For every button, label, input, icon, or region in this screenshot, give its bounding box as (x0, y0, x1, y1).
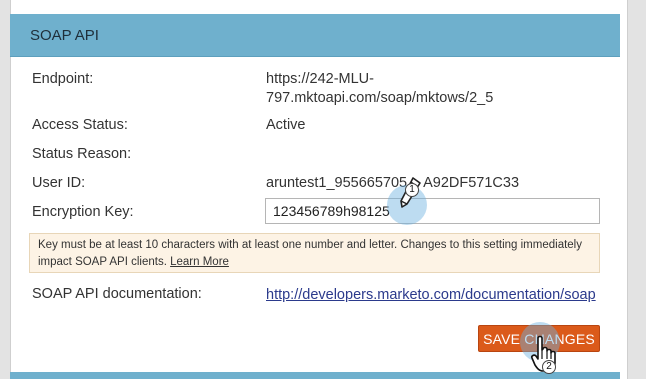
encryption-key-notice: Key must be at least 10 characters with … (29, 233, 600, 273)
documentation-link[interactable]: http://developers.marketo.com/documentat… (266, 286, 611, 305)
notice-text: Key must be at least 10 characters with … (38, 239, 582, 268)
endpoint-value: https://242-MLU-797.mktoapi.com/soap/mkt… (266, 71, 494, 106)
encryption-key-input[interactable] (265, 198, 600, 224)
panel-title: SOAP API (30, 27, 99, 44)
user-id-value-start: aruntest1_955665705 (266, 175, 408, 191)
access-status-value: Active (266, 117, 306, 133)
next-section-header (10, 372, 620, 379)
documentation-label: SOAP API documentation: (32, 286, 202, 302)
step1-badge: 1 (405, 183, 419, 197)
learn-more-link[interactable]: Learn More (170, 256, 229, 268)
step2-badge: 2 (542, 360, 556, 374)
endpoint-label: Endpoint: (32, 71, 94, 87)
user-id-value-end: A92DF571C33 (423, 175, 520, 191)
encryption-key-label: Encryption Key: (32, 204, 134, 220)
status-reason-label: Status Reason: (32, 146, 132, 162)
user-id-label: User ID: (32, 175, 86, 191)
access-status-label: Access Status: (32, 117, 128, 133)
panel-header: SOAP API (10, 14, 620, 57)
